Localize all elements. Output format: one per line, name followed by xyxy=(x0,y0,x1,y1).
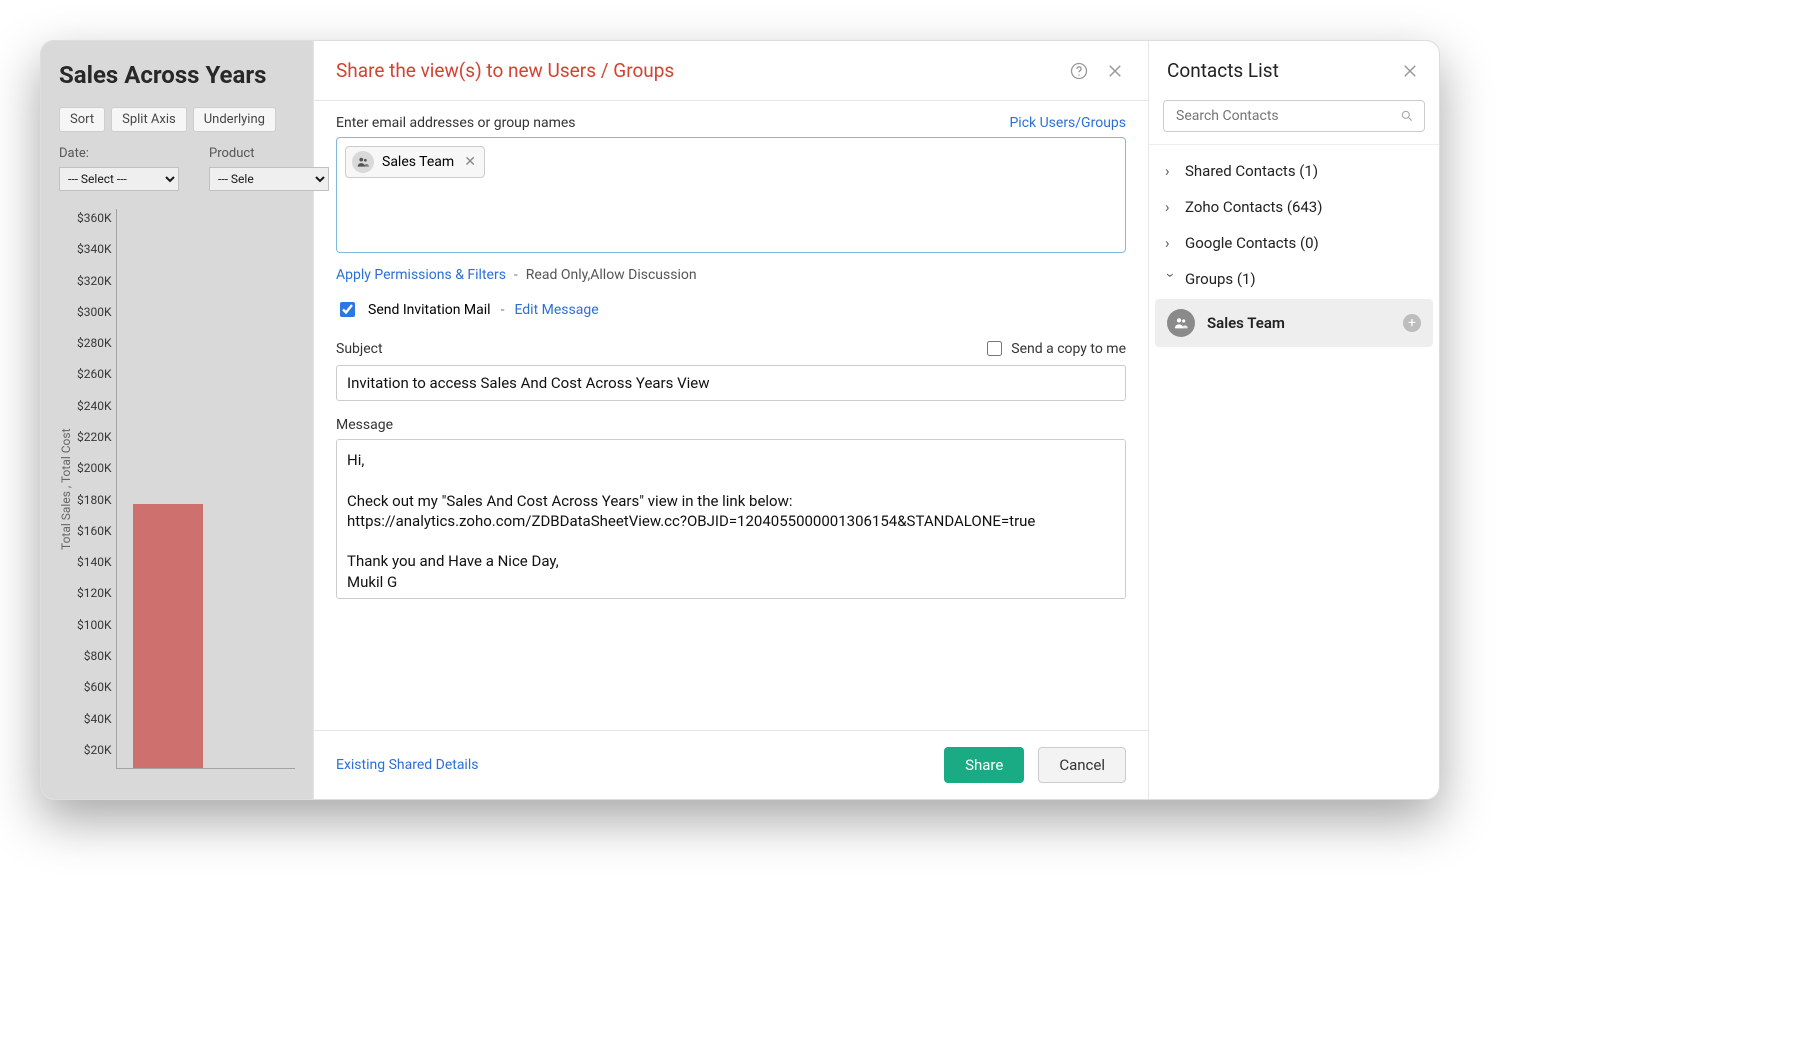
existing-shared-link[interactable]: Existing Shared Details xyxy=(336,757,478,773)
share-modal-title: Share the view(s) to new Users / Groups xyxy=(336,59,1054,82)
share-modal: Share the view(s) to new Users / Groups … xyxy=(313,41,1149,799)
google-contacts-row[interactable]: › Google Contacts (0) xyxy=(1155,225,1433,261)
search-icon xyxy=(1400,109,1414,123)
groups-row[interactable]: › Groups (1) xyxy=(1155,261,1433,297)
permissions-summary: Read Only,Allow Discussion xyxy=(526,267,697,283)
sort-button[interactable]: Sort xyxy=(59,107,105,132)
help-icon[interactable] xyxy=(1068,60,1090,82)
group-icon xyxy=(1167,309,1195,337)
underlying-button[interactable]: Underlying xyxy=(193,107,276,132)
contacts-title: Contacts List xyxy=(1167,59,1385,82)
shared-contacts-label: Shared Contacts (1) xyxy=(1185,162,1318,180)
recipient-chip-label: Sales Team xyxy=(382,154,454,170)
chevron-down-icon: › xyxy=(1162,273,1180,285)
product-filter-label: Product xyxy=(209,146,329,161)
edit-message-link[interactable]: Edit Message xyxy=(514,302,598,318)
product-filter-select[interactable]: --- Sele xyxy=(209,167,329,191)
split-axis-button[interactable]: Split Axis xyxy=(111,107,187,132)
report-toolbar: Sort Split Axis Underlying xyxy=(59,107,295,132)
group-icon xyxy=(352,151,374,173)
send-copy-checkbox[interactable] xyxy=(987,341,1002,356)
group-sales-team[interactable]: Sales Team + xyxy=(1155,299,1433,347)
groups-label: Groups (1) xyxy=(1185,270,1256,288)
subject-label: Subject xyxy=(336,341,383,357)
subject-input[interactable] xyxy=(336,365,1126,401)
send-copy-label: Send a copy to me xyxy=(1011,341,1126,357)
close-contacts-icon[interactable] xyxy=(1399,60,1421,82)
search-contacts-field[interactable] xyxy=(1174,107,1400,125)
cancel-button[interactable]: Cancel xyxy=(1038,747,1126,783)
contacts-panel: Contacts List › Shared Contacts (1) › Zo… xyxy=(1149,41,1439,799)
filter-bar: Date: --- Select --- Product --- Sele xyxy=(59,146,295,191)
report-panel: Sales Across Years Sort Split Axis Under… xyxy=(41,41,313,799)
chart-area: Total Sales , Total Cost $360K$340K$320K… xyxy=(59,209,295,769)
add-group-icon[interactable]: + xyxy=(1403,314,1421,332)
shared-contacts-row[interactable]: › Shared Contacts (1) xyxy=(1155,153,1433,189)
chevron-right-icon: › xyxy=(1165,162,1177,180)
y-axis-ticks: $360K$340K$320K$300K$280K$260K$240K$220K… xyxy=(73,209,116,769)
recipients-input[interactable]: Sales Team ✕ xyxy=(336,137,1126,253)
report-title: Sales Across Years xyxy=(59,61,295,89)
message-label: Message xyxy=(336,417,393,433)
chevron-right-icon: › xyxy=(1165,234,1177,252)
date-filter-label: Date: xyxy=(59,146,179,161)
remove-chip-icon[interactable]: ✕ xyxy=(464,154,476,170)
zoho-contacts-label: Zoho Contacts (643) xyxy=(1185,198,1322,216)
send-invitation-label: Send Invitation Mail xyxy=(368,302,491,318)
search-contacts-input[interactable] xyxy=(1163,100,1425,132)
group-item-label: Sales Team xyxy=(1207,314,1391,332)
share-button[interactable]: Share xyxy=(944,747,1024,783)
date-filter-select[interactable]: --- Select --- xyxy=(59,167,179,191)
chart-bar xyxy=(133,504,203,768)
app-window: Sales Across Years Sort Split Axis Under… xyxy=(40,40,1440,800)
chevron-right-icon: › xyxy=(1165,198,1177,216)
recipient-chip: Sales Team ✕ xyxy=(345,146,485,178)
zoho-contacts-row[interactable]: › Zoho Contacts (643) xyxy=(1155,189,1433,225)
send-invitation-checkbox[interactable] xyxy=(340,302,355,317)
chart-plot xyxy=(116,209,295,769)
message-textarea[interactable] xyxy=(336,439,1126,599)
apply-permissions-link[interactable]: Apply Permissions & Filters xyxy=(336,267,506,283)
close-icon[interactable] xyxy=(1104,60,1126,82)
recipients-label: Enter email addresses or group names xyxy=(336,115,576,131)
pick-users-link[interactable]: Pick Users/Groups xyxy=(1009,115,1126,131)
y-axis-label: Total Sales , Total Cost xyxy=(59,209,73,769)
google-contacts-label: Google Contacts (0) xyxy=(1185,234,1319,252)
